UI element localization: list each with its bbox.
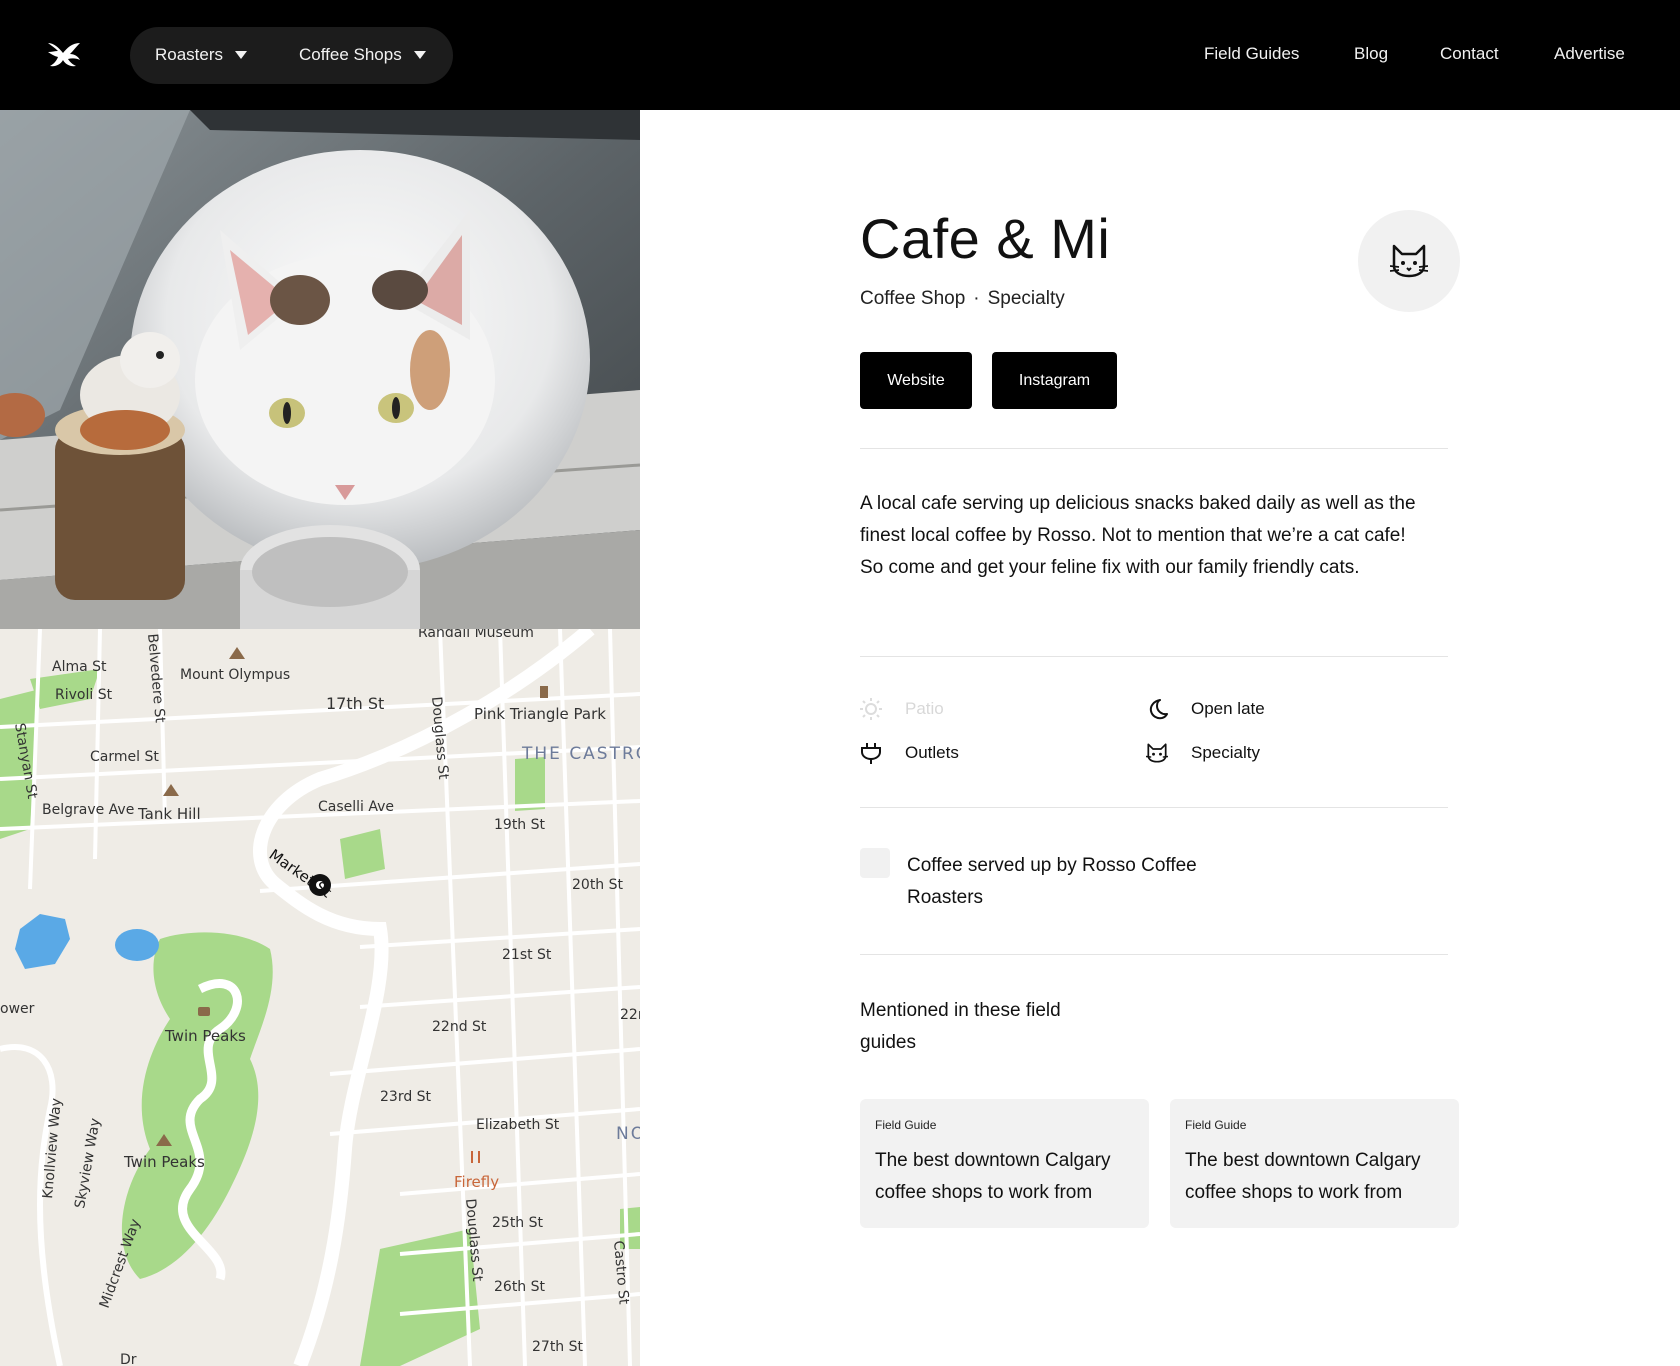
amenity-specialty: Specialty bbox=[1146, 742, 1260, 764]
caret-down-icon bbox=[413, 51, 426, 59]
map-label: Carmel St bbox=[90, 749, 159, 765]
shop-tag: Specialty bbox=[987, 288, 1065, 309]
amenity-label: Specialty bbox=[1191, 743, 1260, 762]
map-label: 21st St bbox=[502, 947, 552, 963]
map-label: Mount Olympus bbox=[180, 667, 290, 683]
logo-icon[interactable] bbox=[46, 40, 82, 68]
map-illustration: Stanyan St Alma St Rivoli St Belvedere S… bbox=[0, 629, 640, 1366]
map-label: Twin Peaks bbox=[164, 1027, 246, 1045]
map-label: 26th St bbox=[494, 1279, 546, 1295]
map-label: 27th St bbox=[532, 1339, 584, 1355]
nav-link-contact[interactable]: Contact bbox=[1440, 44, 1499, 64]
amenity-label: Outlets bbox=[905, 743, 959, 762]
field-guides-heading: Mentioned in these field guides bbox=[860, 1000, 1061, 1053]
cat-photo-illustration bbox=[0, 110, 640, 629]
moon-icon bbox=[1146, 698, 1168, 720]
coffee-shops-label: Coffee Shops bbox=[299, 45, 402, 64]
instagram-button[interactable]: Instagram bbox=[992, 352, 1117, 409]
map-label: 17th St bbox=[326, 694, 384, 713]
amenity-outlets: Outlets bbox=[860, 742, 959, 764]
meta-separator: · bbox=[973, 288, 980, 309]
divider bbox=[860, 954, 1448, 955]
map-label: Caselli Ave bbox=[318, 799, 394, 815]
divider bbox=[860, 448, 1448, 449]
specialty-badge bbox=[1358, 210, 1460, 312]
map-label: 19th St bbox=[494, 817, 546, 833]
shop-category: Coffee Shop bbox=[860, 288, 966, 309]
map-label: Rivoli St bbox=[55, 687, 113, 703]
location-map[interactable]: Stanyan St Alma St Rivoli St Belvedere S… bbox=[0, 629, 640, 1366]
map-label: Pink Triangle Park bbox=[474, 705, 606, 723]
card-kicker: Field Guide bbox=[875, 1118, 937, 1132]
map-label: THE CASTRO bbox=[521, 744, 640, 764]
map-label: 22nd St bbox=[432, 1019, 487, 1035]
map-label: ower bbox=[0, 1001, 35, 1017]
roaster-logo-placeholder bbox=[860, 848, 890, 878]
map-label: Firefly bbox=[454, 1173, 499, 1191]
nav-link-blog[interactable]: Blog bbox=[1354, 44, 1388, 64]
divider bbox=[860, 807, 1448, 808]
shop-meta: Coffee Shop · Specialty bbox=[860, 288, 1065, 310]
divider bbox=[860, 656, 1448, 657]
card-title: The best downtown Calgary coffee shops t… bbox=[875, 1150, 1111, 1203]
field-guide-card[interactable]: Field Guide The best downtown Calgary co… bbox=[860, 1099, 1149, 1228]
roaster-credit[interactable]: Coffee served up by Rosso Coffee Roaster… bbox=[907, 850, 1237, 914]
card-kicker: Field Guide bbox=[1185, 1118, 1247, 1132]
map-label: Twin Peaks bbox=[123, 1153, 205, 1171]
map-label: Elizabeth St bbox=[476, 1117, 560, 1133]
map-label: NO bbox=[616, 1124, 640, 1144]
shop-name: Cafe & Mi bbox=[860, 207, 1111, 270]
cat-icon bbox=[1390, 244, 1428, 278]
roasters-dropdown[interactable]: Roasters bbox=[155, 45, 248, 65]
plug-icon bbox=[860, 742, 882, 764]
amenity-open-late: Open late bbox=[1146, 698, 1265, 720]
category-pill-nav: Roasters Coffee Shops bbox=[130, 27, 453, 84]
nav-link-advertise[interactable]: Advertise bbox=[1554, 44, 1625, 64]
map-label: 22n bbox=[620, 1007, 640, 1023]
shop-photo bbox=[0, 110, 640, 629]
map-label: 23rd St bbox=[380, 1089, 432, 1105]
map-label: 25th St bbox=[492, 1215, 544, 1231]
website-button[interactable]: Website bbox=[860, 352, 972, 409]
caret-down-icon bbox=[235, 51, 248, 59]
cat-icon bbox=[1146, 742, 1168, 764]
shop-details: Cafe & Mi Coffee Shop · Specialty Website … bbox=[860, 110, 1460, 1366]
amenity-label: Patio bbox=[905, 699, 944, 718]
map-label: Randall Museum bbox=[418, 629, 534, 641]
card-title: The best downtown Calgary coffee shops t… bbox=[1185, 1150, 1421, 1203]
map-label: Belgrave Ave bbox=[42, 802, 134, 818]
map-label: Dr bbox=[120, 1352, 137, 1366]
map-label: 20th St bbox=[572, 877, 624, 893]
amenity-label: Open late bbox=[1191, 699, 1265, 718]
shop-description: A local cafe serving up delicious snacks… bbox=[860, 493, 1416, 578]
map-label: Tank Hill bbox=[137, 805, 201, 823]
coffee-shops-dropdown[interactable]: Coffee Shops bbox=[299, 45, 426, 65]
nav-link-field-guides[interactable]: Field Guides bbox=[1204, 44, 1299, 64]
map-label: Alma St bbox=[52, 659, 107, 675]
field-guide-card[interactable]: Field Guide The best downtown Calgary co… bbox=[1170, 1099, 1459, 1228]
top-navigation-bar: Roasters Coffee Shops Field Guides Blog … bbox=[0, 0, 1680, 110]
roasters-label: Roasters bbox=[155, 45, 224, 64]
amenity-patio: Patio bbox=[860, 698, 944, 720]
sun-icon bbox=[860, 698, 882, 720]
